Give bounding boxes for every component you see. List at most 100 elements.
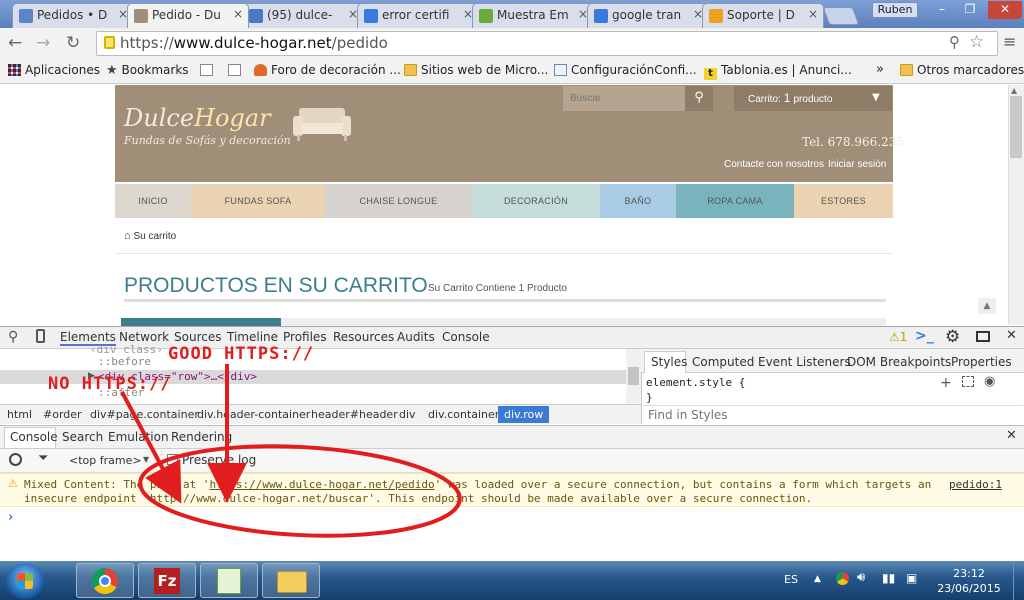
devtools-tab[interactable]: Timeline <box>227 330 278 344</box>
bookmark-bookmarks[interactable]: ★ Bookmarks <box>106 63 189 78</box>
warning-source-link[interactable]: pedido:1 <box>949 478 1002 491</box>
device-mode-icon[interactable] <box>36 329 45 343</box>
close-tab-icon[interactable]: × <box>808 7 818 21</box>
menu-item[interactable]: ESTORES <box>794 184 893 218</box>
home-icon[interactable]: ⌂ <box>124 230 131 242</box>
dom-breadcrumb-item[interactable]: div.row <box>498 406 550 423</box>
clear-console-icon[interactable] <box>9 453 22 466</box>
dom-breadcrumb-item[interactable]: div.header-container <box>197 408 310 421</box>
bookmark-star-icon[interactable]: ☆ <box>969 32 984 52</box>
animations-icon[interactable]: ◉ <box>984 374 995 389</box>
browser-tab[interactable]: Pedido - Du × <box>127 3 249 28</box>
element-style-rule[interactable]: element.style { <box>646 376 745 389</box>
page-scrollbar-thumb[interactable] <box>1010 96 1022 158</box>
bookmark-page-2[interactable] <box>228 63 245 77</box>
dom-breadcrumb-item[interactable]: html <box>7 408 32 421</box>
bookmark-foro[interactable]: Foro de decoración ... <box>254 63 401 77</box>
dom-breadcrumb-item[interactable]: header#header <box>311 408 398 421</box>
styles-tab[interactable]: DOM Breakpoints <box>847 355 951 369</box>
zoom-icon[interactable]: ⚲ <box>949 33 960 51</box>
devtools-tab[interactable]: Resources <box>333 330 394 344</box>
windows-start-button[interactable] <box>6 563 44 599</box>
other-bookmarks[interactable]: Otros marcadores <box>900 63 1024 77</box>
scroll-up-icon[interactable]: ▲ <box>1011 86 1017 95</box>
taskbar-clock[interactable]: 23:12 23/06/2015 <box>932 566 1006 596</box>
dom-breadcrumb-item[interactable]: #order <box>43 408 82 421</box>
user-profile-button[interactable]: Ruben <box>872 2 918 18</box>
taskbar-filezilla[interactable]: Fz <box>138 563 196 598</box>
forward-icon[interactable]: → <box>36 33 50 53</box>
chevron-down-icon[interactable]: ▼ <box>872 92 880 103</box>
show-desktop-button[interactable] <box>1013 561 1024 600</box>
devtools-tab[interactable]: Network <box>119 330 169 344</box>
dom-line-before[interactable]: ::before <box>98 355 151 368</box>
chevron-down-icon[interactable]: ▼ <box>143 455 149 464</box>
drawer-tab[interactable]: Emulation <box>108 430 169 444</box>
contact-link[interactable]: Contacte con nosotros <box>724 159 824 170</box>
language-indicator[interactable]: ES <box>784 573 798 586</box>
menu-hamburger-icon[interactable]: ≡ <box>1003 32 1016 51</box>
devtools-tab[interactable]: Sources <box>174 330 221 344</box>
dom-breadcrumb-item[interactable]: div#page.container <box>90 408 199 421</box>
dom-breadcrumb-item[interactable]: div <box>399 408 416 421</box>
site-search-input[interactable] <box>563 86 685 111</box>
reload-icon[interactable]: ↻ <box>66 33 80 53</box>
bookmark-tablonia[interactable]: t Tablonia.es | Anunci... <box>704 63 852 80</box>
frame-selector[interactable]: <top frame> <box>69 454 142 467</box>
tray-expand-icon[interactable]: ▲ <box>814 574 821 584</box>
inspect-icon[interactable]: ⚲ <box>8 329 18 345</box>
drawer-tab[interactable]: Rendering <box>171 430 232 444</box>
styles-tab[interactable]: Properties <box>951 355 1012 369</box>
browser-tab[interactable]: Muestra Em × <box>472 3 594 28</box>
element-state-icon[interactable] <box>962 376 974 387</box>
find-in-styles-input[interactable] <box>642 405 1023 424</box>
browser-tab[interactable]: Soporte | D × <box>702 3 824 28</box>
url-text[interactable]: https://www.dulce-hogar.net/pedido <box>120 34 388 52</box>
console-drawer-icon[interactable]: >_ <box>915 328 934 344</box>
lock-icon[interactable] <box>104 36 115 49</box>
close-icon[interactable]: ✕ <box>1006 328 1017 343</box>
browser-tab[interactable]: google tran × <box>587 3 709 28</box>
cart-button[interactable]: Carrito: 1 producto <box>734 86 892 111</box>
close-tab-icon[interactable]: × <box>233 7 243 21</box>
maximize-button[interactable]: ❐ <box>956 1 984 19</box>
gear-icon[interactable]: ⚙ <box>945 327 960 347</box>
styles-tab[interactable]: Computed <box>692 355 754 369</box>
search-icon[interactable]: ⚲ <box>685 86 713 111</box>
menu-item[interactable]: INICIO <box>115 184 191 218</box>
menu-item[interactable]: CHAISE LONGUE <box>325 184 472 218</box>
site-logo[interactable]: DulceHogar <box>124 104 271 132</box>
bookmark-apps[interactable]: Aplicaciones <box>8 63 100 77</box>
new-tab-button[interactable] <box>822 7 860 25</box>
close-drawer-icon[interactable]: ✕ <box>1006 428 1017 443</box>
bookmark-page-1[interactable] <box>200 63 217 77</box>
devtools-tab[interactable]: Console <box>442 330 490 344</box>
dom-breadcrumb-item[interactable]: div.container <box>428 408 499 421</box>
power-icon[interactable]: ▣ <box>906 571 917 585</box>
console-prompt[interactable]: › <box>8 510 13 525</box>
menu-item[interactable]: DECORACIÓN <box>472 184 600 218</box>
styles-tab[interactable]: Styles <box>651 355 687 369</box>
close-window-button[interactable]: ✕ <box>988 1 1022 19</box>
styles-tab[interactable]: Event Listeners <box>758 355 851 369</box>
bookmark-sitios[interactable]: Sitios web de Micro... <box>404 63 548 77</box>
browser-tab[interactable]: Pedidos • D × <box>12 3 134 28</box>
dock-icon[interactable] <box>976 331 990 342</box>
devtools-tab[interactable]: Audits <box>397 330 435 344</box>
scroll-top-button[interactable]: ▲ <box>978 298 996 314</box>
browser-tab[interactable]: error certifi × <box>357 3 479 28</box>
preserve-log-checkbox[interactable] <box>167 454 178 465</box>
new-rule-icon[interactable]: + <box>940 375 952 391</box>
dom-scrollbar[interactable] <box>626 349 641 404</box>
menu-item[interactable]: BAÑO <box>600 184 676 218</box>
devtools-tab[interactable]: Profiles <box>283 330 327 344</box>
filter-icon[interactable]: ⏷ <box>38 451 48 466</box>
more-bookmarks-chevron[interactable]: » <box>876 62 884 77</box>
drawer-tab[interactable]: Console <box>10 430 58 444</box>
back-icon[interactable]: ← <box>8 33 22 53</box>
taskbar-explorer[interactable] <box>262 563 320 598</box>
menu-item[interactable]: FUNDAS SOFA <box>191 184 325 218</box>
login-link[interactable]: Iniciar sesión <box>828 159 886 170</box>
bookmark-configuracion[interactable]: ConfiguraciónConfi... <box>554 63 697 77</box>
menu-item[interactable]: ROPA CAMA <box>676 184 794 218</box>
